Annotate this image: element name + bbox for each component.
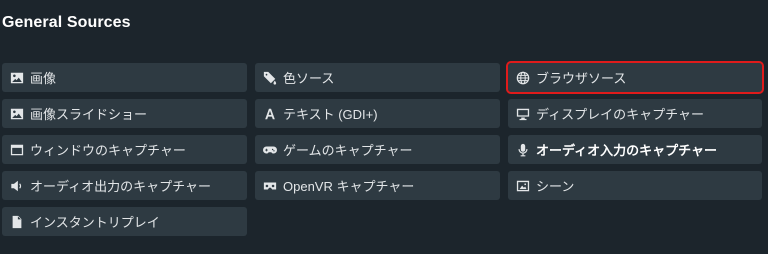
source-label: テキスト (GDI+) [283,107,378,122]
source-button-browser-source[interactable]: ブラウザソース [506,61,764,94]
monitor-icon [516,107,530,121]
source-label: ブラウザソース [536,71,627,86]
source-button-instant-replay[interactable]: インスタントリプレイ [2,207,247,236]
source-button-scene[interactable]: シーン [508,171,762,200]
file-icon [10,215,24,229]
source-label: ゲームのキャプチャー [283,143,413,158]
source-label: インスタントリプレイ [30,215,160,230]
source-button-audio-input-capture[interactable]: オーディオ入力のキャプチャー [508,135,762,164]
source-button-image[interactable]: 画像 [2,63,247,92]
scene-icon [516,179,530,193]
source-label: 画像 [30,71,57,86]
speaker-icon [10,179,24,193]
window-icon [10,143,24,157]
source-button-display-capture[interactable]: ディスプレイのキャプチャー [508,99,762,128]
source-button-image-slideshow[interactable]: 画像スライドショー [2,99,247,128]
text-icon [263,107,277,121]
source-label: 画像スライドショー [30,107,148,122]
image-icon [10,107,24,121]
source-button-window-capture[interactable]: ウィンドウのキャプチャー [2,135,247,164]
source-label: ディスプレイのキャプチャー [536,107,704,122]
source-label: オーディオ出力のキャプチャー [30,179,211,194]
source-label: オーディオ入力のキャプチャー [536,143,717,158]
microphone-icon [516,143,530,157]
paint-bucket-icon [263,71,277,85]
source-button-color-source[interactable]: 色ソース [255,63,500,92]
globe-icon [516,71,530,85]
source-button-openvr-capture[interactable]: OpenVR キャプチャー [255,171,500,200]
source-button-audio-output-capture[interactable]: オーディオ出力のキャプチャー [2,171,247,200]
source-button-text-gdi[interactable]: テキスト (GDI+) [255,99,500,128]
source-label: OpenVR キャプチャー [283,179,415,194]
source-button-game-capture[interactable]: ゲームのキャプチャー [255,135,500,164]
source-label: 色ソース [283,71,335,86]
gamepad-icon [263,143,277,157]
image-icon [10,71,24,85]
source-label: ウィンドウのキャプチャー [30,143,186,158]
sources-grid: 画像 色ソース ブラウザソース 画像スライドショー テキスト (GDI+) ディ… [2,61,764,236]
source-label: シーン [536,179,575,194]
vr-headset-icon [263,179,277,193]
section-title: General Sources [2,14,131,31]
